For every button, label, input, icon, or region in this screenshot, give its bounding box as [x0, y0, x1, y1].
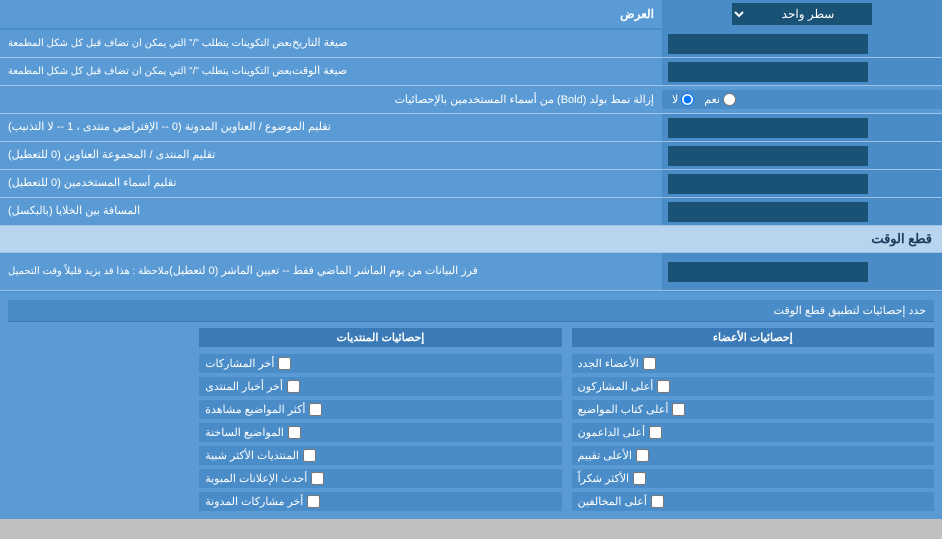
username-input-wrap[interactable]: 0: [662, 170, 942, 197]
posts-col-header: إحصائيات المنتديات: [199, 328, 561, 347]
posts-checkbox-4[interactable]: [303, 449, 316, 462]
bold-no-label[interactable]: لا: [672, 93, 694, 106]
members-item-4: الأعلى تقييم: [572, 446, 934, 465]
posts-item-6: أخر مشاركات المدونة: [199, 492, 561, 511]
filter-input[interactable]: 0: [668, 262, 868, 282]
forum-title-input-wrap[interactable]: 33: [662, 142, 942, 169]
bold-label: إزالة نمط بولد (Bold) من أسماء المستخدمي…: [0, 88, 662, 111]
header-select-wrap[interactable]: سطر واحد: [662, 0, 942, 28]
members-checkbox-0[interactable]: [643, 357, 656, 370]
time-format-input[interactable]: H:i: [668, 62, 868, 82]
filter-input-wrap[interactable]: 0: [662, 253, 942, 290]
date-format-label: صيغة التاريخبعض التكوينات يتطلب "/" التي…: [0, 30, 662, 57]
members-checkbox-3[interactable]: [649, 426, 662, 439]
date-format-input[interactable]: d-m: [668, 34, 868, 54]
members-item-5: الأكثر شكراً: [572, 469, 934, 488]
topic-title-input[interactable]: 33: [668, 118, 868, 138]
bold-row: إزالة نمط بولد (Bold) من أسماء المستخدمي…: [0, 86, 942, 114]
topic-title-label: تقليم الموضوع / العناوين المدونة (0 -- ا…: [0, 114, 662, 141]
time-cut-header: قطع الوقت: [0, 226, 942, 253]
posts-item-0: أخر المشاركات: [199, 354, 561, 373]
bold-yes-label[interactable]: نعم: [704, 93, 736, 106]
forum-title-row: تقليم المنتدى / المجموعة العناوين (0 للت…: [0, 142, 942, 170]
posts-item-4: المنتديات الأكثر شبية: [199, 446, 561, 465]
members-item-2: أعلى كتاب المواضيع: [572, 400, 934, 419]
topic-title-input-wrap[interactable]: 33: [662, 114, 942, 141]
spacing-input-wrap[interactable]: 2: [662, 198, 942, 225]
spacing-input[interactable]: 2: [668, 202, 868, 222]
posts-item-3: المواضيع الساخنة: [199, 423, 561, 442]
posts-checkbox-6[interactable]: [307, 495, 320, 508]
date-format-input-wrap[interactable]: d-m: [662, 30, 942, 57]
date-format-row: صيغة التاريخبعض التكوينات يتطلب "/" التي…: [0, 30, 942, 58]
members-column: إحصائيات الأعضاء الأعضاء الجدد أعلى المش…: [572, 328, 934, 511]
members-checkbox-4[interactable]: [636, 449, 649, 462]
display-select[interactable]: سطر واحد: [732, 3, 872, 25]
time-format-label: صيغة الوقتبعض التكوينات يتطلب "/" التي ي…: [0, 58, 662, 85]
spacing-row: المسافة بين الخلايا (بالبكسل) 2: [0, 198, 942, 226]
posts-checkbox-1[interactable]: [287, 380, 300, 393]
members-checkbox-1[interactable]: [657, 380, 670, 393]
header-label: العرض: [0, 2, 662, 26]
bold-no-radio[interactable]: [681, 93, 694, 106]
posts-item-1: أخر أخبار المنتدى: [199, 377, 561, 396]
members-checkbox-5[interactable]: [633, 472, 646, 485]
username-label: تقليم أسماء المستخدمين (0 للتعطيل): [0, 170, 662, 197]
forum-title-label: تقليم المنتدى / المجموعة العناوين (0 للت…: [0, 142, 662, 169]
posts-item-2: أكثر المواضيع مشاهدة: [199, 400, 561, 419]
members-checkbox-6[interactable]: [651, 495, 664, 508]
placeholder-col: [8, 328, 189, 511]
checkboxes-section: حدد إحصائيات لتطبيق قطع الوقت إحصائيات ا…: [0, 291, 942, 519]
username-row: تقليم أسماء المستخدمين (0 للتعطيل) 0: [0, 170, 942, 198]
time-format-input-wrap[interactable]: H:i: [662, 58, 942, 85]
posts-checkbox-0[interactable]: [278, 357, 291, 370]
posts-checkbox-2[interactable]: [309, 403, 322, 416]
members-item-6: أعلى المخالفين: [572, 492, 934, 511]
members-item-3: أعلى الداعمون: [572, 423, 934, 442]
checkboxes-grid: إحصائيات المنتديات أخر المشاركات أخر أخب…: [8, 328, 934, 511]
header-row: العرض سطر واحد: [0, 0, 942, 30]
filter-row: فرز البيانات من يوم الماشر الماضي فقط --…: [0, 253, 942, 291]
posts-item-5: أحدث الإعلانات المبوبة: [199, 469, 561, 488]
members-item-0: الأعضاء الجدد: [572, 354, 934, 373]
filter-label: فرز البيانات من يوم الماشر الماضي فقط --…: [0, 253, 662, 290]
bold-yes-radio[interactable]: [723, 93, 736, 106]
stats-header: حدد إحصائيات لتطبيق قطع الوقت: [8, 300, 934, 322]
members-item-1: أعلى المشاركون: [572, 377, 934, 396]
members-col-header: إحصائيات الأعضاء: [572, 328, 934, 347]
topic-title-row: تقليم الموضوع / العناوين المدونة (0 -- ا…: [0, 114, 942, 142]
posts-checkbox-3[interactable]: [288, 426, 301, 439]
forum-title-input[interactable]: 33: [668, 146, 868, 166]
spacing-label: المسافة بين الخلايا (بالبكسل): [0, 198, 662, 225]
username-input[interactable]: 0: [668, 174, 868, 194]
members-checkbox-2[interactable]: [672, 403, 685, 416]
posts-column: إحصائيات المنتديات أخر المشاركات أخر أخب…: [199, 328, 561, 511]
posts-checkbox-5[interactable]: [311, 472, 324, 485]
time-format-row: صيغة الوقتبعض التكوينات يتطلب "/" التي ي…: [0, 58, 942, 86]
bold-options: نعم لا: [662, 90, 942, 109]
